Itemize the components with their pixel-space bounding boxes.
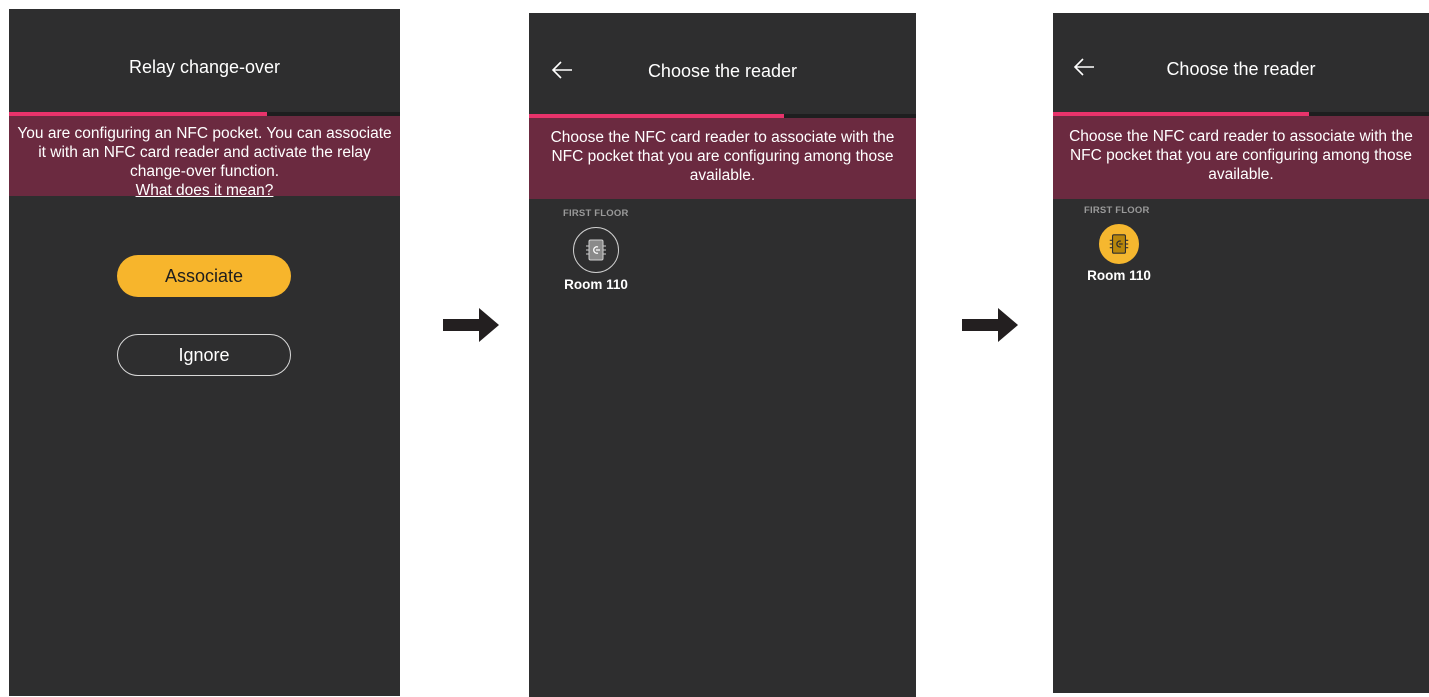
nfc-reader-icon — [573, 227, 619, 273]
relay-changeover-screen: Relay change-over You are configuring an… — [9, 9, 400, 696]
reader-label: Room 110 — [1087, 268, 1151, 283]
choose-reader-screen-selected: Choose the reader Choose the NFC card re… — [1053, 13, 1429, 693]
info-banner: You are configuring an NFC pocket. You c… — [9, 116, 400, 199]
page-title: Choose the reader — [647, 61, 798, 81]
right-arrow-icon — [962, 308, 1018, 342]
info-banner: Choose the NFC card reader to associate … — [529, 118, 916, 199]
page-title: Relay change-over — [128, 57, 281, 77]
section-label-first-floor: FIRST FLOOR — [563, 208, 629, 219]
nfc-reader-icon — [1099, 224, 1139, 264]
page-title: Choose the reader — [1166, 59, 1316, 79]
section-label-first-floor: FIRST FLOOR — [1084, 205, 1150, 216]
what-does-it-mean-link[interactable]: What does it mean? — [136, 182, 274, 199]
reader-item-room-110[interactable]: Room 110 — [1079, 224, 1159, 283]
choose-reader-screen: Choose the reader Choose the NFC card re… — [529, 13, 916, 697]
reader-label: Room 110 — [564, 277, 628, 292]
ignore-button[interactable]: Ignore — [117, 334, 291, 376]
associate-button[interactable]: Associate — [117, 255, 291, 297]
right-arrow-icon — [443, 308, 499, 342]
banner-text: You are configuring an NFC pocket. You c… — [17, 125, 392, 180]
info-banner: Choose the NFC card reader to associate … — [1053, 116, 1429, 199]
reader-item-room-110[interactable]: Room 110 — [556, 227, 636, 292]
